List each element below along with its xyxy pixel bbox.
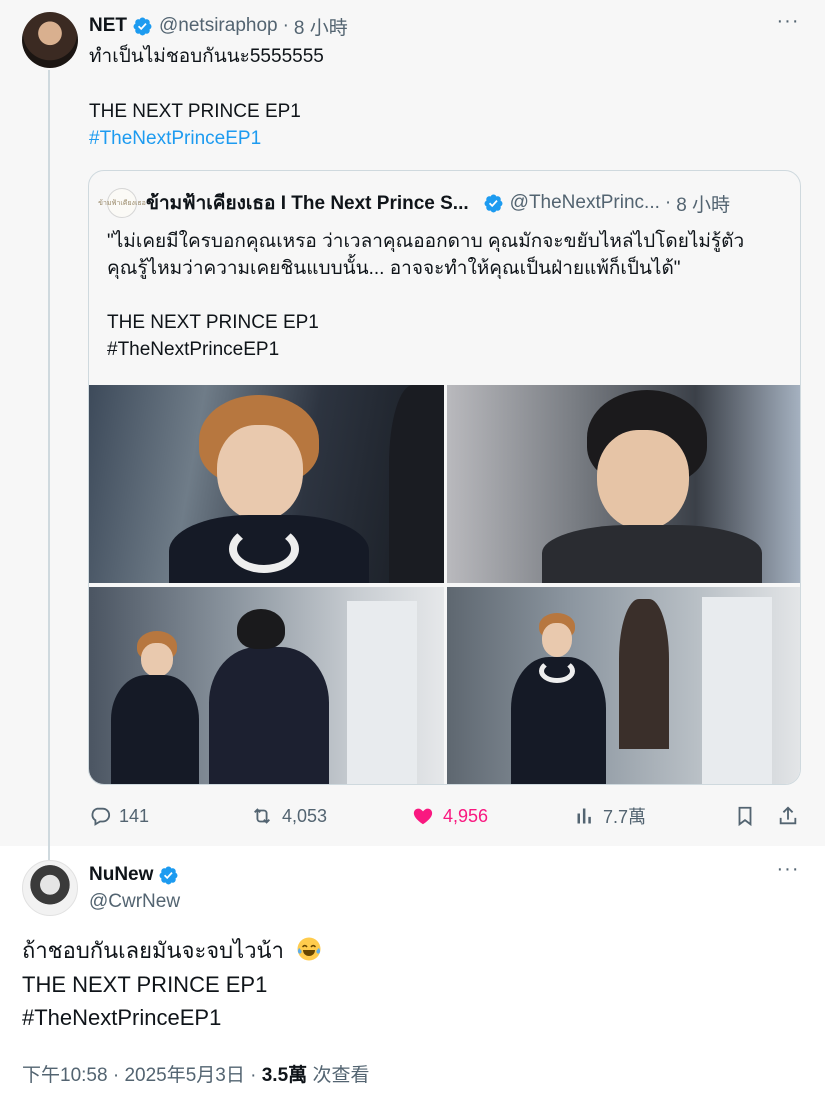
- author-handle[interactable]: @netsiraphop: [159, 15, 278, 37]
- avatar-nunew[interactable]: [22, 860, 78, 916]
- verified-badge-icon: [484, 194, 503, 212]
- views-icon: [577, 808, 591, 824]
- tweet-text: ถ้าชอบกันเลยมันจะจบไวน้า: [22, 938, 284, 963]
- more-icon[interactable]: ···: [774, 11, 802, 36]
- reply-button[interactable]: 141: [89, 801, 149, 831]
- quoted-tweet-card[interactable]: ข้ามฟ้าเคียงเธอ ข้ามฟ้าเคียงเธอ I The Ne…: [88, 170, 801, 785]
- post-date[interactable]: 2025年5月3日: [124, 1065, 244, 1086]
- quoted-text-line: คุณรู้ไหมว่าความเคยชินแบบนั้น... อาจจะทำ…: [107, 258, 681, 279]
- separator-dot: ·: [250, 1065, 257, 1086]
- tweet-text-line: ทำเป็นไม่ชอบกันนะ5555555: [89, 46, 324, 67]
- quoted-avatar[interactable]: ข้ามฟ้าเคียงเธอ: [98, 188, 146, 218]
- author-name[interactable]: NuNew: [89, 864, 153, 886]
- hashtag-link[interactable]: #TheNextPrinceEP1: [89, 125, 261, 152]
- reply-icon: [91, 807, 111, 826]
- quoted-tweet-header: ข้ามฟ้าเคียงเธอ ข้ามฟ้าเคียงเธอ I The Ne…: [98, 188, 730, 218]
- quoted-author-name[interactable]: ข้ามฟ้าเคียงเธอ I The Next Prince S...: [146, 188, 469, 218]
- media-photo[interactable]: [447, 587, 800, 784]
- quoted-text-line: "ไม่เคยมีใครบอกคุณเหรอ ว่าเวลาคุณออกดาบ …: [107, 231, 745, 252]
- quoted-text-line: THE NEXT PRINCE EP1: [107, 312, 319, 333]
- bookmark-button[interactable]: [734, 801, 764, 831]
- like-button[interactable]: 4,956: [411, 801, 488, 831]
- tweet-text-line: THE NEXT PRINCE EP1: [22, 972, 268, 997]
- views-button[interactable]: 7.7萬: [575, 801, 646, 831]
- media-grid: [89, 385, 800, 784]
- views-count: 3.5萬: [261, 1065, 308, 1086]
- quoted-hashtag: #TheNextPrinceEP1: [107, 339, 280, 360]
- repost-icon: [254, 808, 270, 824]
- quoted-author-handle[interactable]: @TheNextPrinc...: [510, 192, 660, 214]
- separator-dot: ·: [664, 192, 672, 213]
- separator-dot: ·: [282, 15, 289, 36]
- media-photo[interactable]: [447, 385, 800, 583]
- main-tweet-header: NuNew: [89, 862, 185, 888]
- media-photo[interactable]: [89, 385, 444, 583]
- author-name[interactable]: NET: [89, 15, 127, 37]
- media-photo[interactable]: [89, 587, 444, 784]
- reply-count: 141: [119, 805, 150, 826]
- quoted-post-time[interactable]: 8 小時: [676, 190, 730, 217]
- separator-dot: ·: [112, 1065, 120, 1086]
- tweet-text-line: THE NEXT PRINCE EP1: [89, 101, 301, 122]
- thread-connector-line: [48, 70, 50, 860]
- laughing-emoji-icon: [297, 937, 321, 961]
- like-count: 4,956: [443, 805, 489, 826]
- heart-icon: [413, 808, 433, 825]
- verified-badge-icon: [159, 866, 178, 884]
- tweet-meta: 下午10:58 · 2025年5月3日 · 3.5萬 次查看: [22, 1060, 369, 1087]
- share-icon: [779, 806, 797, 825]
- views-count: 7.7萬: [603, 807, 647, 827]
- share-button[interactable]: [777, 801, 807, 831]
- tweet-text-line: ถ้าชอบกันเลยมันจะจบไวน้า: [22, 935, 322, 967]
- post-time[interactable]: 下午10:58: [22, 1065, 108, 1086]
- bookmark-icon: [738, 806, 752, 827]
- verified-badge-icon: [133, 17, 152, 35]
- repost-button[interactable]: 4,053: [250, 801, 327, 831]
- author-handle[interactable]: @CwrNew: [89, 891, 180, 913]
- repost-count: 4,053: [282, 805, 328, 826]
- avatar-net[interactable]: [22, 12, 78, 68]
- post-time[interactable]: 8 小時: [294, 13, 348, 40]
- more-icon[interactable]: ···: [774, 859, 802, 884]
- hashtag-link[interactable]: #TheNextPrinceEP1: [22, 1002, 221, 1034]
- parent-tweet-header: NET @netsiraphop · 8 小時: [89, 12, 348, 40]
- views-label: 次查看: [312, 1065, 370, 1086]
